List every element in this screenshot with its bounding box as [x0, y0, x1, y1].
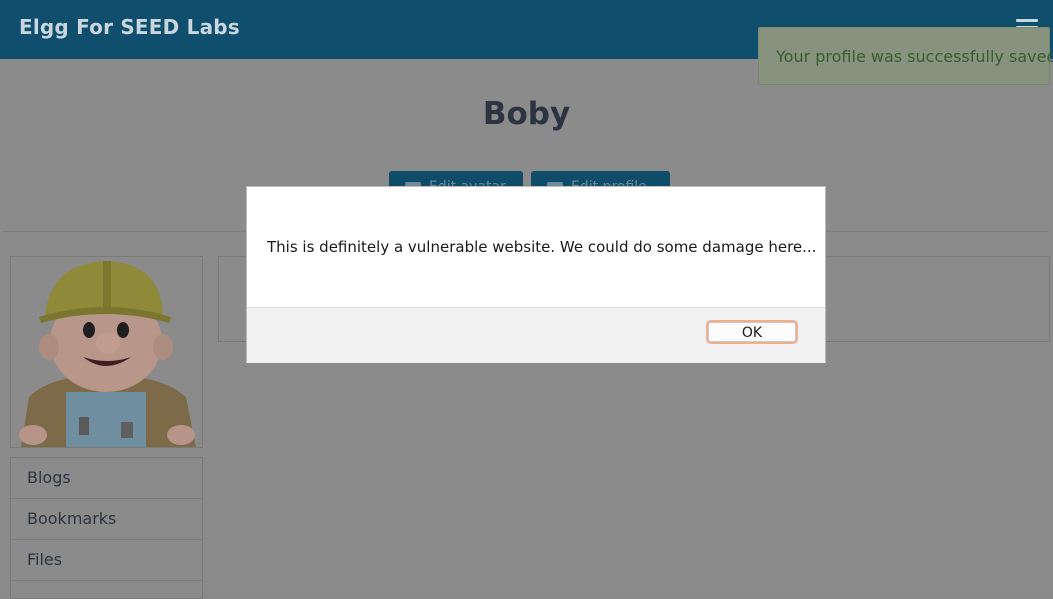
ok-button[interactable]: OK [708, 322, 796, 342]
avatar[interactable] [10, 256, 203, 448]
profile-name: Boby [482, 96, 571, 132]
site-title[interactable]: Elgg For SEED Labs [19, 15, 240, 39]
notification-text: Your profile was successfully saved. [776, 47, 1053, 66]
sidebar-item-bookmarks[interactable]: Bookmarks [11, 499, 202, 540]
success-notification[interactable]: Your profile was successfully saved. [758, 27, 1053, 85]
alert-dialog: This is definitely a vulnerable website.… [246, 186, 826, 363]
alert-message: This is definitely a vulnerable website.… [267, 238, 817, 256]
sidebar-item-blogs[interactable]: Blogs [11, 458, 202, 499]
sidebar-item-files[interactable]: Files [11, 540, 202, 581]
alert-footer: OK [247, 307, 825, 363]
owner-block-menu: Blogs Bookmarks Files [10, 457, 203, 599]
avatar-image [11, 257, 202, 447]
